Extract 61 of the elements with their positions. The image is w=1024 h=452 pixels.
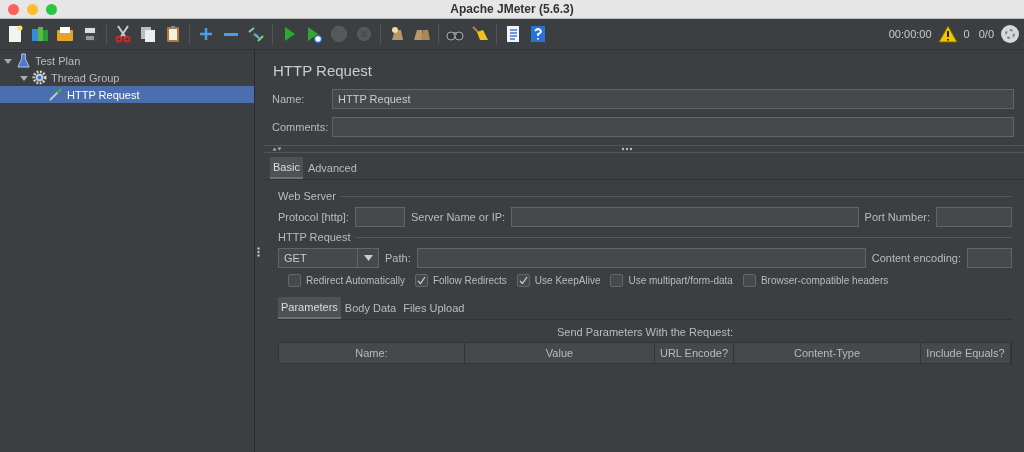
path-field[interactable] — [416, 248, 866, 268]
check-icon — [415, 275, 427, 286]
section-legend: Web Server — [278, 190, 336, 202]
comments-field[interactable] — [332, 117, 1014, 137]
checkbox[interactable]: Use multipart/form-data — [610, 274, 733, 287]
folder-icon — [55, 24, 75, 44]
check-icon — [517, 275, 529, 286]
collapse-arrows-icon[interactable] — [272, 146, 282, 152]
copy-icon — [138, 24, 158, 44]
books-icon — [30, 24, 50, 44]
splitter-grip-icon[interactable] — [256, 246, 260, 257]
thread-count: 0/0 — [978, 28, 994, 40]
column-header[interactable]: Value — [465, 343, 655, 363]
server-field[interactable] — [511, 207, 859, 227]
column-header[interactable]: Content-Type — [734, 343, 921, 363]
tab[interactable]: Parameters — [278, 297, 341, 319]
field-label: Server Name or IP: — [410, 211, 506, 223]
field-label: Content encoding: — [871, 252, 961, 264]
tab[interactable]: Body Data — [341, 297, 400, 319]
tree-item[interactable]: Thread Group — [0, 69, 255, 86]
field-label: Protocol [http]: — [278, 211, 349, 223]
stop-icon — [329, 24, 349, 44]
field-label: Port Number: — [864, 211, 930, 223]
section-legend: HTTP Request — [278, 231, 351, 243]
column-header[interactable]: Include Equals? — [921, 343, 1011, 363]
shutdown-icon — [354, 24, 374, 44]
elapsed-time: 00:00:00 — [888, 28, 932, 40]
name-field[interactable]: HTTP Request — [332, 89, 1014, 109]
status-icon — [1000, 24, 1020, 44]
gear-icon — [32, 70, 47, 85]
panel-title: HTTP Request — [273, 62, 373, 79]
window-title: Apache JMeter (5.6.3) — [450, 2, 574, 16]
table-caption: Send Parameters With the Request: — [555, 326, 735, 338]
checkbox[interactable]: Redirect Automatically — [288, 274, 405, 287]
help-icon — [528, 24, 548, 44]
close-button[interactable] — [8, 4, 19, 15]
column-header[interactable]: Name: — [279, 343, 465, 363]
tree-item[interactable]: HTTP Request — [0, 86, 255, 103]
minus-icon — [224, 32, 238, 36]
flask-icon — [16, 53, 31, 68]
tab[interactable]: Files Upload — [400, 297, 468, 319]
method-dropdown[interactable]: GET — [278, 248, 379, 268]
checkbox[interactable]: Use KeepAlive — [516, 274, 601, 287]
encoding-field[interactable] — [967, 248, 1012, 268]
splitter-grip-icon[interactable] — [621, 147, 633, 151]
pipette-icon — [48, 87, 63, 102]
error-count: 0 — [963, 28, 970, 40]
protocol-field[interactable] — [354, 207, 405, 227]
tab[interactable]: Basic — [270, 157, 303, 179]
checkbox[interactable]: Follow Redirects — [414, 274, 507, 287]
tab[interactable]: Advanced — [304, 157, 360, 179]
port-field[interactable] — [936, 207, 1012, 227]
checkbox[interactable]: Browser-compatible headers — [742, 274, 889, 287]
toggle-icon — [246, 24, 266, 44]
field-label: Path: — [385, 252, 411, 264]
scissors-icon — [113, 24, 133, 44]
field-label: Name: — [272, 93, 306, 105]
warning-icon[interactable] — [937, 24, 958, 44]
column-header[interactable]: URL Encode? — [655, 343, 734, 363]
caret-icon — [363, 255, 373, 261]
tree-item[interactable]: Test Plan — [0, 52, 255, 69]
